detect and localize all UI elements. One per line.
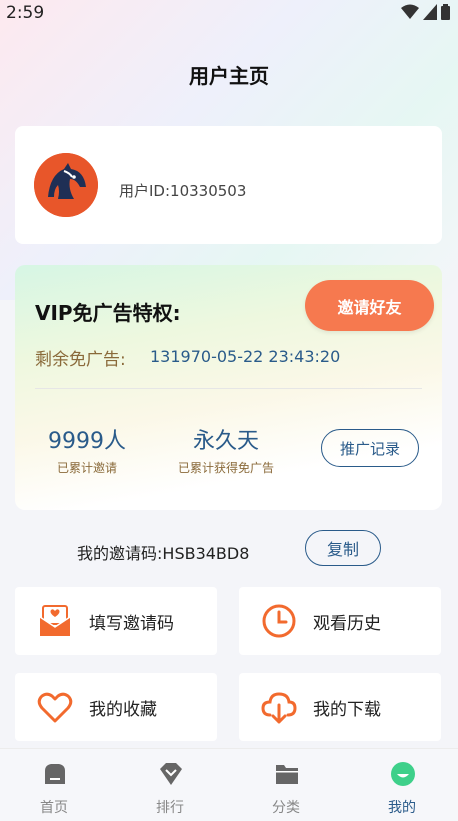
page-title: 用户主页: [189, 64, 269, 88]
menu-label: 我的下载: [313, 700, 381, 720]
nav-mine[interactable]: 我的: [362, 749, 442, 821]
menu-item-downloads[interactable]: 我的下载: [239, 673, 441, 741]
status-icons: [401, 4, 450, 20]
nav-label: 首页: [40, 800, 68, 816]
invite-code-label: 我的邀请码:: [77, 544, 163, 563]
home-icon: [45, 764, 65, 784]
copy-button[interactable]: 复制: [305, 530, 381, 566]
clock-icon: [262, 604, 296, 638]
status-bar: 2:59: [0, 0, 458, 26]
heart-icon: [37, 692, 73, 723]
menu-item-watch-history[interactable]: 观看历史: [239, 587, 441, 655]
nav-label: 我的: [388, 800, 416, 816]
envelope-heart-icon: [39, 605, 71, 636]
adfree-total-label: 已累计获得免广告: [177, 461, 274, 475]
invited-count: 9999人: [48, 429, 126, 454]
invited-label: 已累计邀请: [56, 461, 117, 475]
wifi-icon: [401, 4, 419, 19]
vip-card: VIP免广告特权: 邀请好友 剩余免广告: 131970-05-22 23:43…: [15, 265, 442, 510]
battery-icon: [441, 4, 450, 20]
profile-card[interactable]: 用户ID:10330503: [15, 126, 442, 244]
menu-label: 填写邀请码: [89, 614, 174, 634]
invite-friends-button[interactable]: 邀请好友: [305, 280, 434, 331]
invite-code-row: 我的邀请码:HSB34BD8: [77, 540, 249, 564]
bottom-nav: 首页 排行 分类 我的: [0, 748, 458, 821]
horse-logo-icon: [34, 153, 98, 217]
user-id: 用户ID:10330503: [119, 182, 247, 200]
invite-code-value: HSB34BD8: [162, 544, 250, 563]
menu-item-enter-invite-code[interactable]: 填写邀请码: [15, 587, 217, 655]
folder-icon: [276, 765, 298, 784]
adfree-total: 永久天: [192, 429, 259, 454]
status-time: 2:59: [6, 3, 45, 23]
remaining-adfree-label: 剩余免广告:: [35, 350, 126, 370]
remaining-adfree-value: 131970-05-22 23:43:20: [150, 347, 341, 366]
nav-label: 分类: [272, 800, 300, 816]
avatar[interactable]: [34, 153, 98, 217]
nav-ranking[interactable]: 排行: [130, 749, 210, 821]
nav-category[interactable]: 分类: [246, 749, 326, 821]
ranking-icon: [160, 763, 182, 785]
divider: [35, 388, 422, 389]
menu-label: 我的收藏: [89, 700, 157, 720]
cloud-download-icon: [261, 692, 297, 724]
nav-label: 排行: [156, 800, 184, 816]
signal-icon: [423, 4, 437, 20]
promo-record-button[interactable]: 推广记录: [321, 429, 419, 467]
profile-icon: [391, 762, 415, 786]
vip-title: VIP免广告特权:: [35, 301, 181, 325]
menu-item-favorites[interactable]: 我的收藏: [15, 673, 217, 741]
menu-label: 观看历史: [313, 614, 381, 634]
nav-home[interactable]: 首页: [14, 749, 94, 821]
